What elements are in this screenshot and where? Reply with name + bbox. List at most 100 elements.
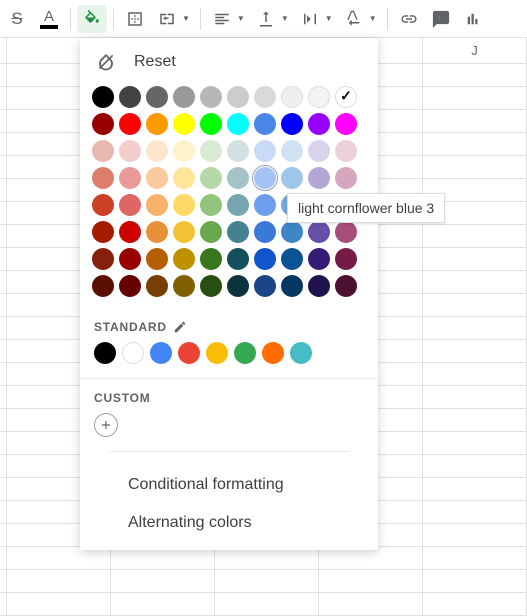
row-header[interactable] (0, 87, 7, 110)
color-swatch[interactable] (308, 113, 330, 135)
color-swatch[interactable] (227, 275, 249, 297)
merge-cells-button[interactable] (152, 5, 182, 33)
color-swatch[interactable] (335, 248, 357, 270)
chevron-down-icon[interactable]: ▼ (281, 14, 293, 23)
color-swatch[interactable] (281, 86, 303, 108)
color-swatch[interactable] (227, 86, 249, 108)
cell[interactable] (423, 156, 527, 179)
cell[interactable] (423, 570, 527, 593)
row-header[interactable] (0, 317, 7, 340)
color-swatch[interactable] (200, 140, 222, 162)
row-header[interactable] (0, 570, 7, 593)
cell[interactable] (423, 478, 527, 501)
color-swatch[interactable] (119, 140, 141, 162)
color-swatch[interactable] (119, 194, 141, 216)
row-header[interactable] (0, 547, 7, 570)
color-swatch[interactable] (173, 221, 195, 243)
color-swatch[interactable] (200, 113, 222, 135)
pencil-icon[interactable] (173, 320, 187, 334)
cell[interactable] (423, 340, 527, 363)
color-swatch[interactable]: ✓ (335, 86, 357, 108)
color-swatch[interactable] (254, 275, 276, 297)
cell[interactable] (215, 570, 319, 593)
row-header[interactable] (0, 455, 7, 478)
color-swatch[interactable] (92, 194, 114, 216)
color-swatch[interactable] (119, 275, 141, 297)
color-swatch[interactable] (173, 86, 195, 108)
color-swatch[interactable] (173, 194, 195, 216)
row-header[interactable] (0, 202, 7, 225)
color-swatch[interactable] (227, 221, 249, 243)
color-swatch[interactable] (254, 86, 276, 108)
cell[interactable] (423, 87, 527, 110)
row-header[interactable] (0, 294, 7, 317)
horizontal-align-button[interactable] (207, 5, 237, 33)
color-swatch[interactable] (227, 140, 249, 162)
color-swatch[interactable] (92, 86, 114, 108)
color-swatch[interactable] (146, 140, 168, 162)
row-header[interactable] (0, 271, 7, 294)
color-swatch[interactable] (146, 167, 168, 189)
cell[interactable] (215, 547, 319, 570)
fill-color-button[interactable] (77, 5, 107, 33)
standard-color-swatch[interactable] (122, 342, 144, 364)
cell[interactable] (7, 547, 111, 570)
color-swatch[interactable] (119, 86, 141, 108)
standard-color-swatch[interactable] (290, 342, 312, 364)
color-swatch[interactable] (92, 221, 114, 243)
select-all-gutter[interactable] (0, 38, 7, 63)
column-header[interactable]: J (423, 38, 527, 63)
color-swatch[interactable] (173, 113, 195, 135)
color-swatch[interactable] (92, 140, 114, 162)
cell[interactable] (423, 248, 527, 271)
color-swatch[interactable] (92, 275, 114, 297)
cell[interactable] (423, 386, 527, 409)
color-swatch[interactable] (146, 275, 168, 297)
color-swatch[interactable] (335, 113, 357, 135)
color-swatch[interactable] (173, 275, 195, 297)
row-header[interactable] (0, 409, 7, 432)
cell[interactable] (423, 547, 527, 570)
row-header[interactable] (0, 340, 7, 363)
color-swatch[interactable] (254, 194, 276, 216)
row-header[interactable] (0, 179, 7, 202)
cell[interactable] (423, 432, 527, 455)
alternating-colors-item[interactable]: Alternating colors (80, 504, 378, 542)
color-swatch[interactable] (146, 248, 168, 270)
text-rotation-button[interactable] (339, 5, 369, 33)
cell[interactable] (423, 133, 527, 156)
borders-button[interactable] (120, 5, 150, 33)
chevron-down-icon[interactable]: ▼ (369, 14, 381, 23)
color-swatch[interactable] (227, 113, 249, 135)
standard-color-swatch[interactable] (206, 342, 228, 364)
cell[interactable] (111, 570, 215, 593)
color-swatch[interactable] (146, 194, 168, 216)
color-swatch[interactable] (146, 221, 168, 243)
color-swatch[interactable] (92, 113, 114, 135)
color-swatch[interactable] (308, 167, 330, 189)
color-swatch[interactable] (92, 167, 114, 189)
color-swatch[interactable] (200, 86, 222, 108)
text-color-button[interactable]: A (34, 5, 64, 33)
insert-chart-button[interactable] (458, 5, 488, 33)
vertical-align-button[interactable] (251, 5, 281, 33)
row-header[interactable] (0, 363, 7, 386)
color-swatch[interactable] (254, 167, 276, 189)
row-header[interactable] (0, 225, 7, 248)
cell[interactable] (319, 547, 423, 570)
row-header[interactable] (0, 64, 7, 87)
cell[interactable] (423, 294, 527, 317)
cell[interactable] (423, 317, 527, 340)
color-swatch[interactable] (335, 221, 357, 243)
color-swatch[interactable] (308, 140, 330, 162)
color-swatch[interactable] (281, 140, 303, 162)
chevron-down-icon[interactable]: ▼ (237, 14, 249, 23)
standard-color-swatch[interactable] (178, 342, 200, 364)
row-header[interactable] (0, 156, 7, 179)
color-swatch[interactable] (308, 221, 330, 243)
cell[interactable] (423, 409, 527, 432)
insert-comment-button[interactable] (426, 5, 456, 33)
text-wrap-button[interactable] (295, 5, 325, 33)
row-header[interactable] (0, 386, 7, 409)
row-header[interactable] (0, 432, 7, 455)
